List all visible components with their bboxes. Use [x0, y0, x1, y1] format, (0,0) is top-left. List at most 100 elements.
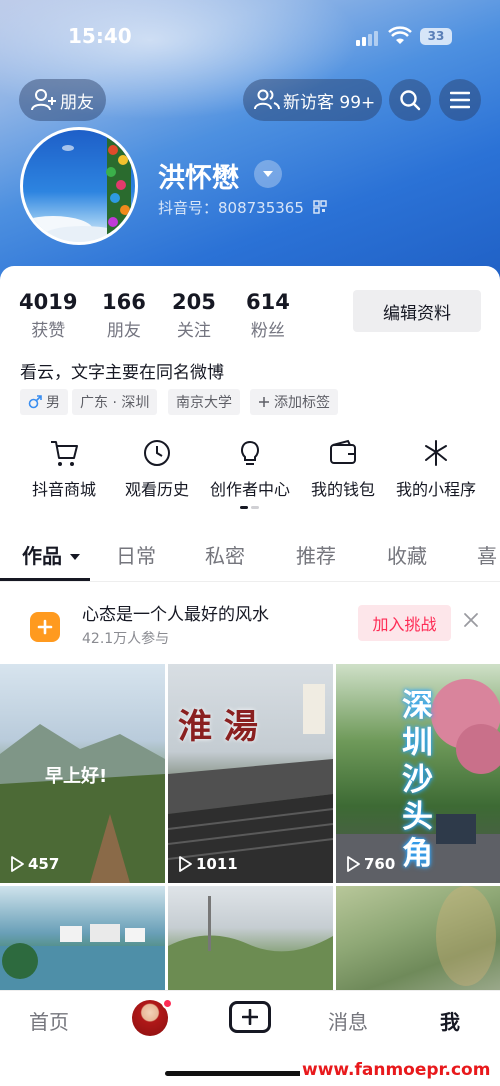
profile-header: 15:40 33 朋友 新访客 99+ 洪怀懋 抖音号：808735365 [0, 0, 500, 290]
account-switch-button[interactable] [254, 160, 282, 188]
stat-value: 4019 [19, 290, 78, 314]
cellular-signal-icon [356, 31, 378, 46]
profile-bio: 看云，文字主要在同名微博 [20, 363, 224, 383]
join-challenge-button[interactable]: 加入挑战 [358, 605, 451, 641]
plus-icon [259, 397, 269, 407]
video-overlay-text: 早上好! [45, 766, 108, 787]
tool-history[interactable]: 观看历史 [109, 438, 205, 500]
caret-down-icon [263, 171, 273, 177]
rooftop-scene-image [168, 684, 333, 883]
video-thumbnail[interactable] [336, 886, 500, 990]
friends-label: 朋友 [60, 92, 94, 113]
view-count: 457 [10, 855, 59, 873]
plus-icon [37, 619, 53, 635]
menu-button[interactable] [439, 79, 481, 121]
visitors-icon [254, 89, 280, 110]
tool-shop[interactable]: 抖音商城 [16, 438, 112, 500]
clock-icon [144, 440, 170, 466]
cart-icon [51, 441, 78, 466]
status-time: 15:40 [68, 24, 132, 48]
stat-followers[interactable]: 614 粉丝 [246, 290, 290, 341]
stat-value: 614 [246, 290, 290, 314]
tool-label: 我的钱包 [310, 480, 375, 499]
wallet-icon [330, 439, 356, 464]
tool-label: 我的小程序 [395, 480, 476, 499]
lightbulb-icon [241, 440, 259, 465]
gender-tag[interactable]: 男 [20, 389, 68, 415]
stat-likes[interactable]: 4019 获赞 [19, 290, 77, 341]
asterisk-icon [425, 440, 447, 466]
field-scene-image [168, 896, 333, 990]
douyin-id-text: 抖音号：808735365 [158, 199, 304, 217]
new-visitors-label: 新访客 99+ [283, 92, 376, 113]
challenge-icon [30, 612, 60, 642]
add-tag-button[interactable]: 添加标签 [250, 389, 338, 415]
close-icon[interactable] [463, 612, 479, 628]
challenge-title: 心态是一个人最好的风水 [82, 605, 269, 625]
tab-favorites[interactable]: 收藏 [387, 540, 427, 569]
plus-icon [242, 1009, 258, 1025]
video-thumbnail[interactable] [0, 886, 165, 990]
stat-following[interactable]: 205 关注 [172, 290, 216, 341]
play-icon [179, 856, 192, 872]
stat-label: 粉丝 [250, 321, 285, 341]
view-count-value: 760 [364, 855, 396, 873]
avatar-image [23, 130, 131, 242]
view-count: 760 [346, 855, 395, 873]
gender-label: 男 [46, 395, 60, 411]
status-bar: 15:40 33 [0, 22, 500, 52]
create-button[interactable] [229, 1001, 271, 1033]
stat-friends[interactable]: 166 朋友 [102, 290, 146, 341]
tab-daily[interactable]: 日常 [116, 540, 156, 569]
add-friend-icon [31, 89, 56, 111]
tool-label: 抖音商城 [31, 480, 96, 499]
hamburger-menu-icon [450, 91, 470, 109]
tools-page-indicator [240, 506, 260, 509]
stat-value: 205 [172, 290, 216, 314]
nav-messages[interactable]: 消息 [328, 1006, 368, 1035]
add-tag-label: 添加标签 [274, 395, 330, 411]
new-visitors-button[interactable]: 新访客 99+ [243, 79, 382, 121]
tab-label: 作品 [22, 544, 62, 568]
tool-wallet[interactable]: 我的钱包 [295, 438, 391, 500]
tool-creator-center[interactable]: 创作者中心 [202, 438, 298, 500]
blurred-scene-image [436, 886, 496, 986]
stat-label: 关注 [176, 321, 211, 341]
stat-value: 166 [102, 290, 146, 314]
video-thumbnail[interactable]: 深圳沙头角 760 [336, 664, 500, 883]
edit-profile-button[interactable]: 编辑资料 [353, 290, 481, 332]
wifi-icon [388, 26, 412, 44]
challenge-participants: 42.1万人参与 [82, 631, 170, 647]
video-overlay-text: 淮 湯 [178, 707, 258, 747]
search-icon [400, 90, 421, 111]
friends-button[interactable]: 朋友 [19, 79, 106, 121]
play-icon [347, 856, 360, 872]
video-thumbnail[interactable]: 淮 湯 1011 [168, 664, 333, 883]
profile-name: 洪怀懋 [158, 163, 239, 194]
location-tag[interactable]: 广东 · 深圳 [72, 389, 158, 415]
notification-dot [162, 998, 173, 1009]
tool-mini-programs[interactable]: 我的小程序 [388, 438, 484, 500]
stat-label: 获赞 [31, 321, 66, 341]
video-thumbnail[interactable] [168, 886, 333, 990]
lakeside-scene-image [0, 924, 165, 990]
content-tabs: 作品 日常 私密 推荐 收藏 喜 [0, 536, 500, 582]
nav-friends-avatar[interactable] [132, 998, 173, 1036]
nav-home[interactable]: 首页 [29, 1006, 69, 1035]
tab-likes[interactable]: 喜 [477, 540, 500, 569]
video-thumbnail[interactable]: 早上好! 457 [0, 664, 165, 883]
tab-works[interactable]: 作品 [22, 540, 81, 569]
qr-code-icon [312, 200, 327, 214]
nav-me[interactable]: 我 [440, 1006, 460, 1035]
stat-label: 朋友 [106, 321, 141, 341]
search-button[interactable] [389, 79, 431, 121]
school-tag[interactable]: 南京大学 [168, 389, 240, 415]
profile-avatar[interactable] [20, 127, 138, 245]
view-count: 1011 [178, 855, 238, 873]
tool-label: 创作者中心 [209, 480, 290, 499]
douyin-id[interactable]: 抖音号：808735365 [158, 197, 327, 218]
tab-recommended[interactable]: 推荐 [296, 540, 336, 569]
tab-private[interactable]: 私密 [205, 540, 245, 569]
male-icon [28, 395, 42, 409]
play-icon [11, 856, 24, 872]
